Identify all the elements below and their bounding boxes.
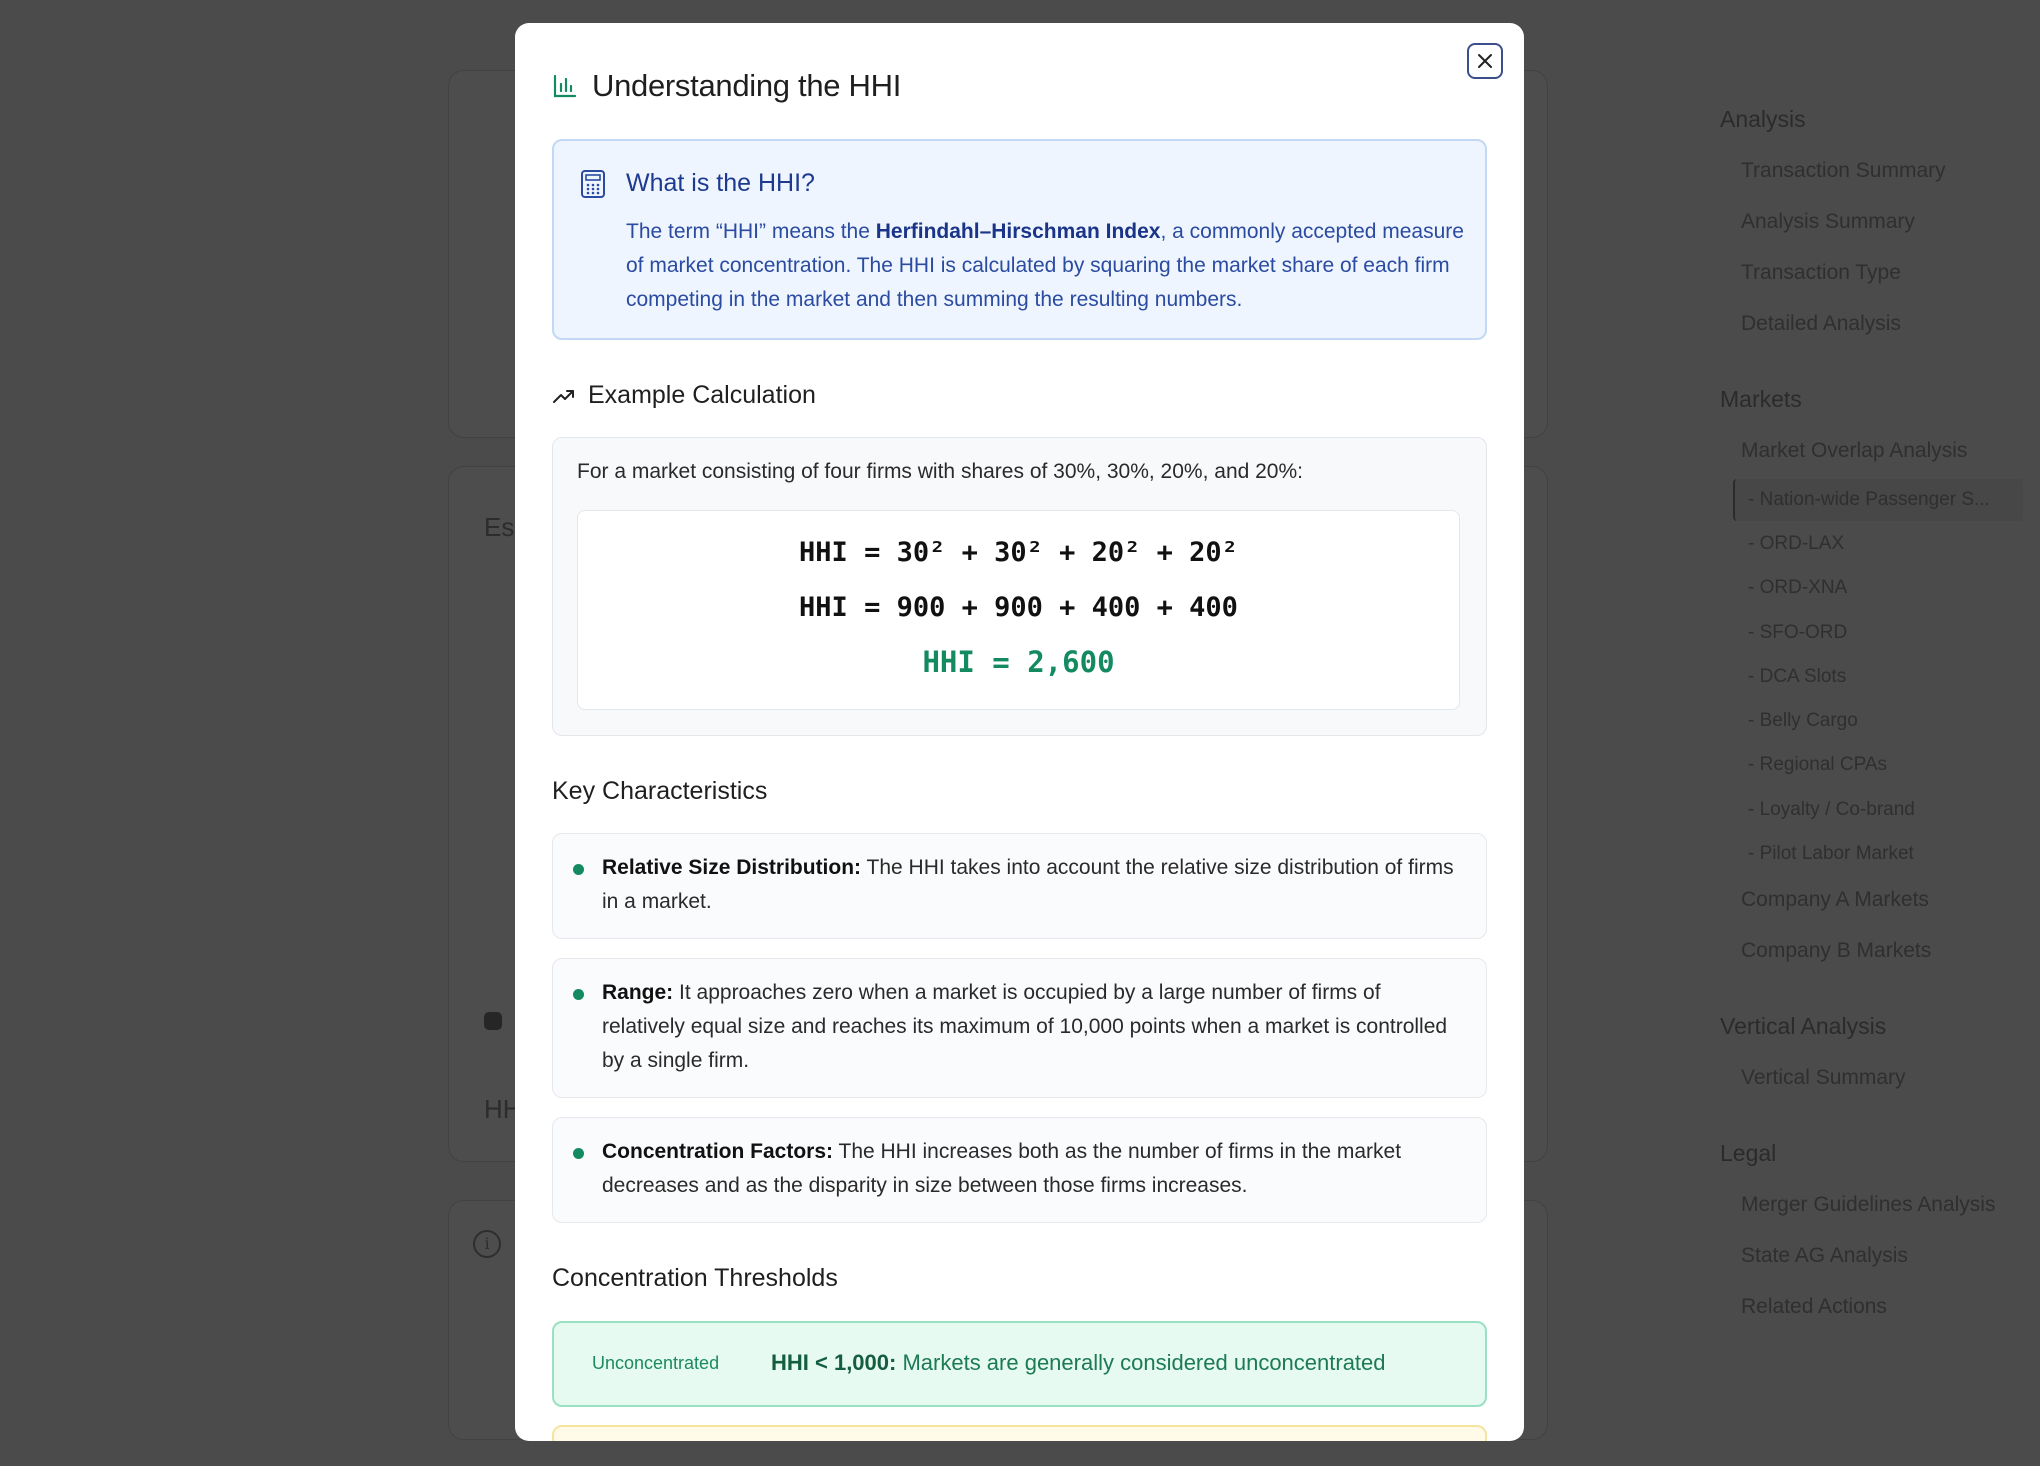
nav-subitem-sfo-ord[interactable]: - SFO-ORD [1720,620,2020,664]
threshold-label: Unconcentrated [592,1353,720,1373]
nav-subitem-regional-cpas[interactable]: - Regional CPAs [1720,752,2020,796]
nav-subitem-ord-lax[interactable]: - ORD-LAX [1720,531,2020,575]
nav-section-vertical: Vertical Analysis [1720,1013,1887,1040]
formula-box: HHI = 30² + 30² + 20² + 20² HHI = 900 + … [577,510,1460,710]
nav-subitem-dca-slots[interactable]: - DCA Slots [1720,664,2020,708]
nav-section-analysis: Analysis [1720,106,1806,132]
modal-title: Understanding the HHI [592,68,902,103]
background-heading-fragment: Es [484,512,515,542]
nav-item-transaction-type[interactable]: Transaction Type [1720,258,2020,309]
characteristic-text: It approaches zero when a market is occu… [602,981,1448,1072]
formula-result: HHI = 2,600 [922,645,1115,679]
nav-item-related-actions[interactable]: Related Actions [1720,1292,2020,1343]
example-intro: For a market consisting of four firms wi… [577,460,1303,483]
characteristic-card: Range: It approaches zero when a market … [552,958,1487,1098]
nav-item-vertical-summary[interactable]: Vertical Summary [1720,1063,2020,1114]
trending-up-icon [553,389,574,403]
nav-section-legal: Legal [1720,1140,1777,1167]
right-nav: Analysis Transaction Summary Analysis Su… [1720,104,2023,1343]
nav-section-markets: Markets [1720,386,1802,412]
characteristic-card: Concentration Factors: The HHI increases… [552,1117,1487,1223]
threshold-unconcentrated: Unconcentrated HHI < 1,000: Markets are … [552,1321,1487,1407]
threshold-description: HHI < 1,000: Markets are generally consi… [771,1350,1386,1375]
threshold-next-partial [552,1425,1487,1441]
nav-item-company-b[interactable]: Company B Markets [1720,936,2020,987]
what-is-hhi-panel: What is the HHI? The term “HHI” means th… [552,139,1487,340]
background-legend-dot [484,1012,502,1030]
info-icon: i [473,1230,501,1258]
nav-item-state-ag[interactable]: State AG Analysis [1720,1241,2020,1292]
nav-subitem-ord-xna[interactable]: - ORD-XNA [1720,575,2020,619]
bar-chart-icon [553,74,577,98]
what-is-hhi-title: What is the HHI? [626,169,815,197]
nav-item-analysis-summary[interactable]: Analysis Summary [1720,207,2020,258]
characteristic-label: Concentration Factors: [602,1140,834,1163]
example-section-title: Example Calculation [552,381,816,410]
bullet-dot [573,989,584,1000]
nav-item-company-a[interactable]: Company A Markets [1720,885,2020,936]
characteristic-label: Relative Size Distribution: [602,856,862,879]
modal-header: Understanding the HHI [552,63,901,109]
what-is-hhi-text: The term “HHI” means the Herfindahl–Hirs… [626,220,1464,311]
bullet-dot [573,864,584,875]
hhi-full-name: Herfindahl–Hirschman Index [875,220,1161,243]
nav-subitem-nationwide[interactable]: - Nation-wide Passenger S... [1733,479,2023,521]
nav-item-merger-guidelines[interactable]: Merger Guidelines Analysis [1720,1190,2020,1241]
calculator-icon [581,170,605,198]
characteristics-section-title: Key Characteristics [552,777,768,805]
nav-item-transaction-summary[interactable]: Transaction Summary [1720,156,2020,207]
close-button[interactable] [1467,43,1503,79]
thresholds-section-title: Concentration Thresholds [552,1264,838,1292]
formula-line-2: HHI = 900 + 900 + 400 + 400 [799,592,1238,623]
nav-item-detailed-analysis[interactable]: Detailed Analysis [1720,309,2020,360]
close-icon [1478,54,1492,68]
hhi-modal: Understanding the HHI What is the HHI? T… [515,23,1524,1441]
characteristic-label: Range: [602,981,674,1004]
characteristic-card: Relative Size Distribution: The HHI take… [552,833,1487,939]
nav-subitem-belly-cargo[interactable]: - Belly Cargo [1720,708,2020,752]
bullet-dot [573,1148,584,1159]
example-calculation-panel: For a market consisting of four firms wi… [552,437,1487,736]
nav-subitem-loyalty[interactable]: - Loyalty / Co-brand [1720,797,2020,841]
nav-subitem-pilot-labor[interactable]: - Pilot Labor Market [1720,841,2020,885]
formula-line-1: HHI = 30² + 30² + 20² + 20² [799,537,1238,568]
